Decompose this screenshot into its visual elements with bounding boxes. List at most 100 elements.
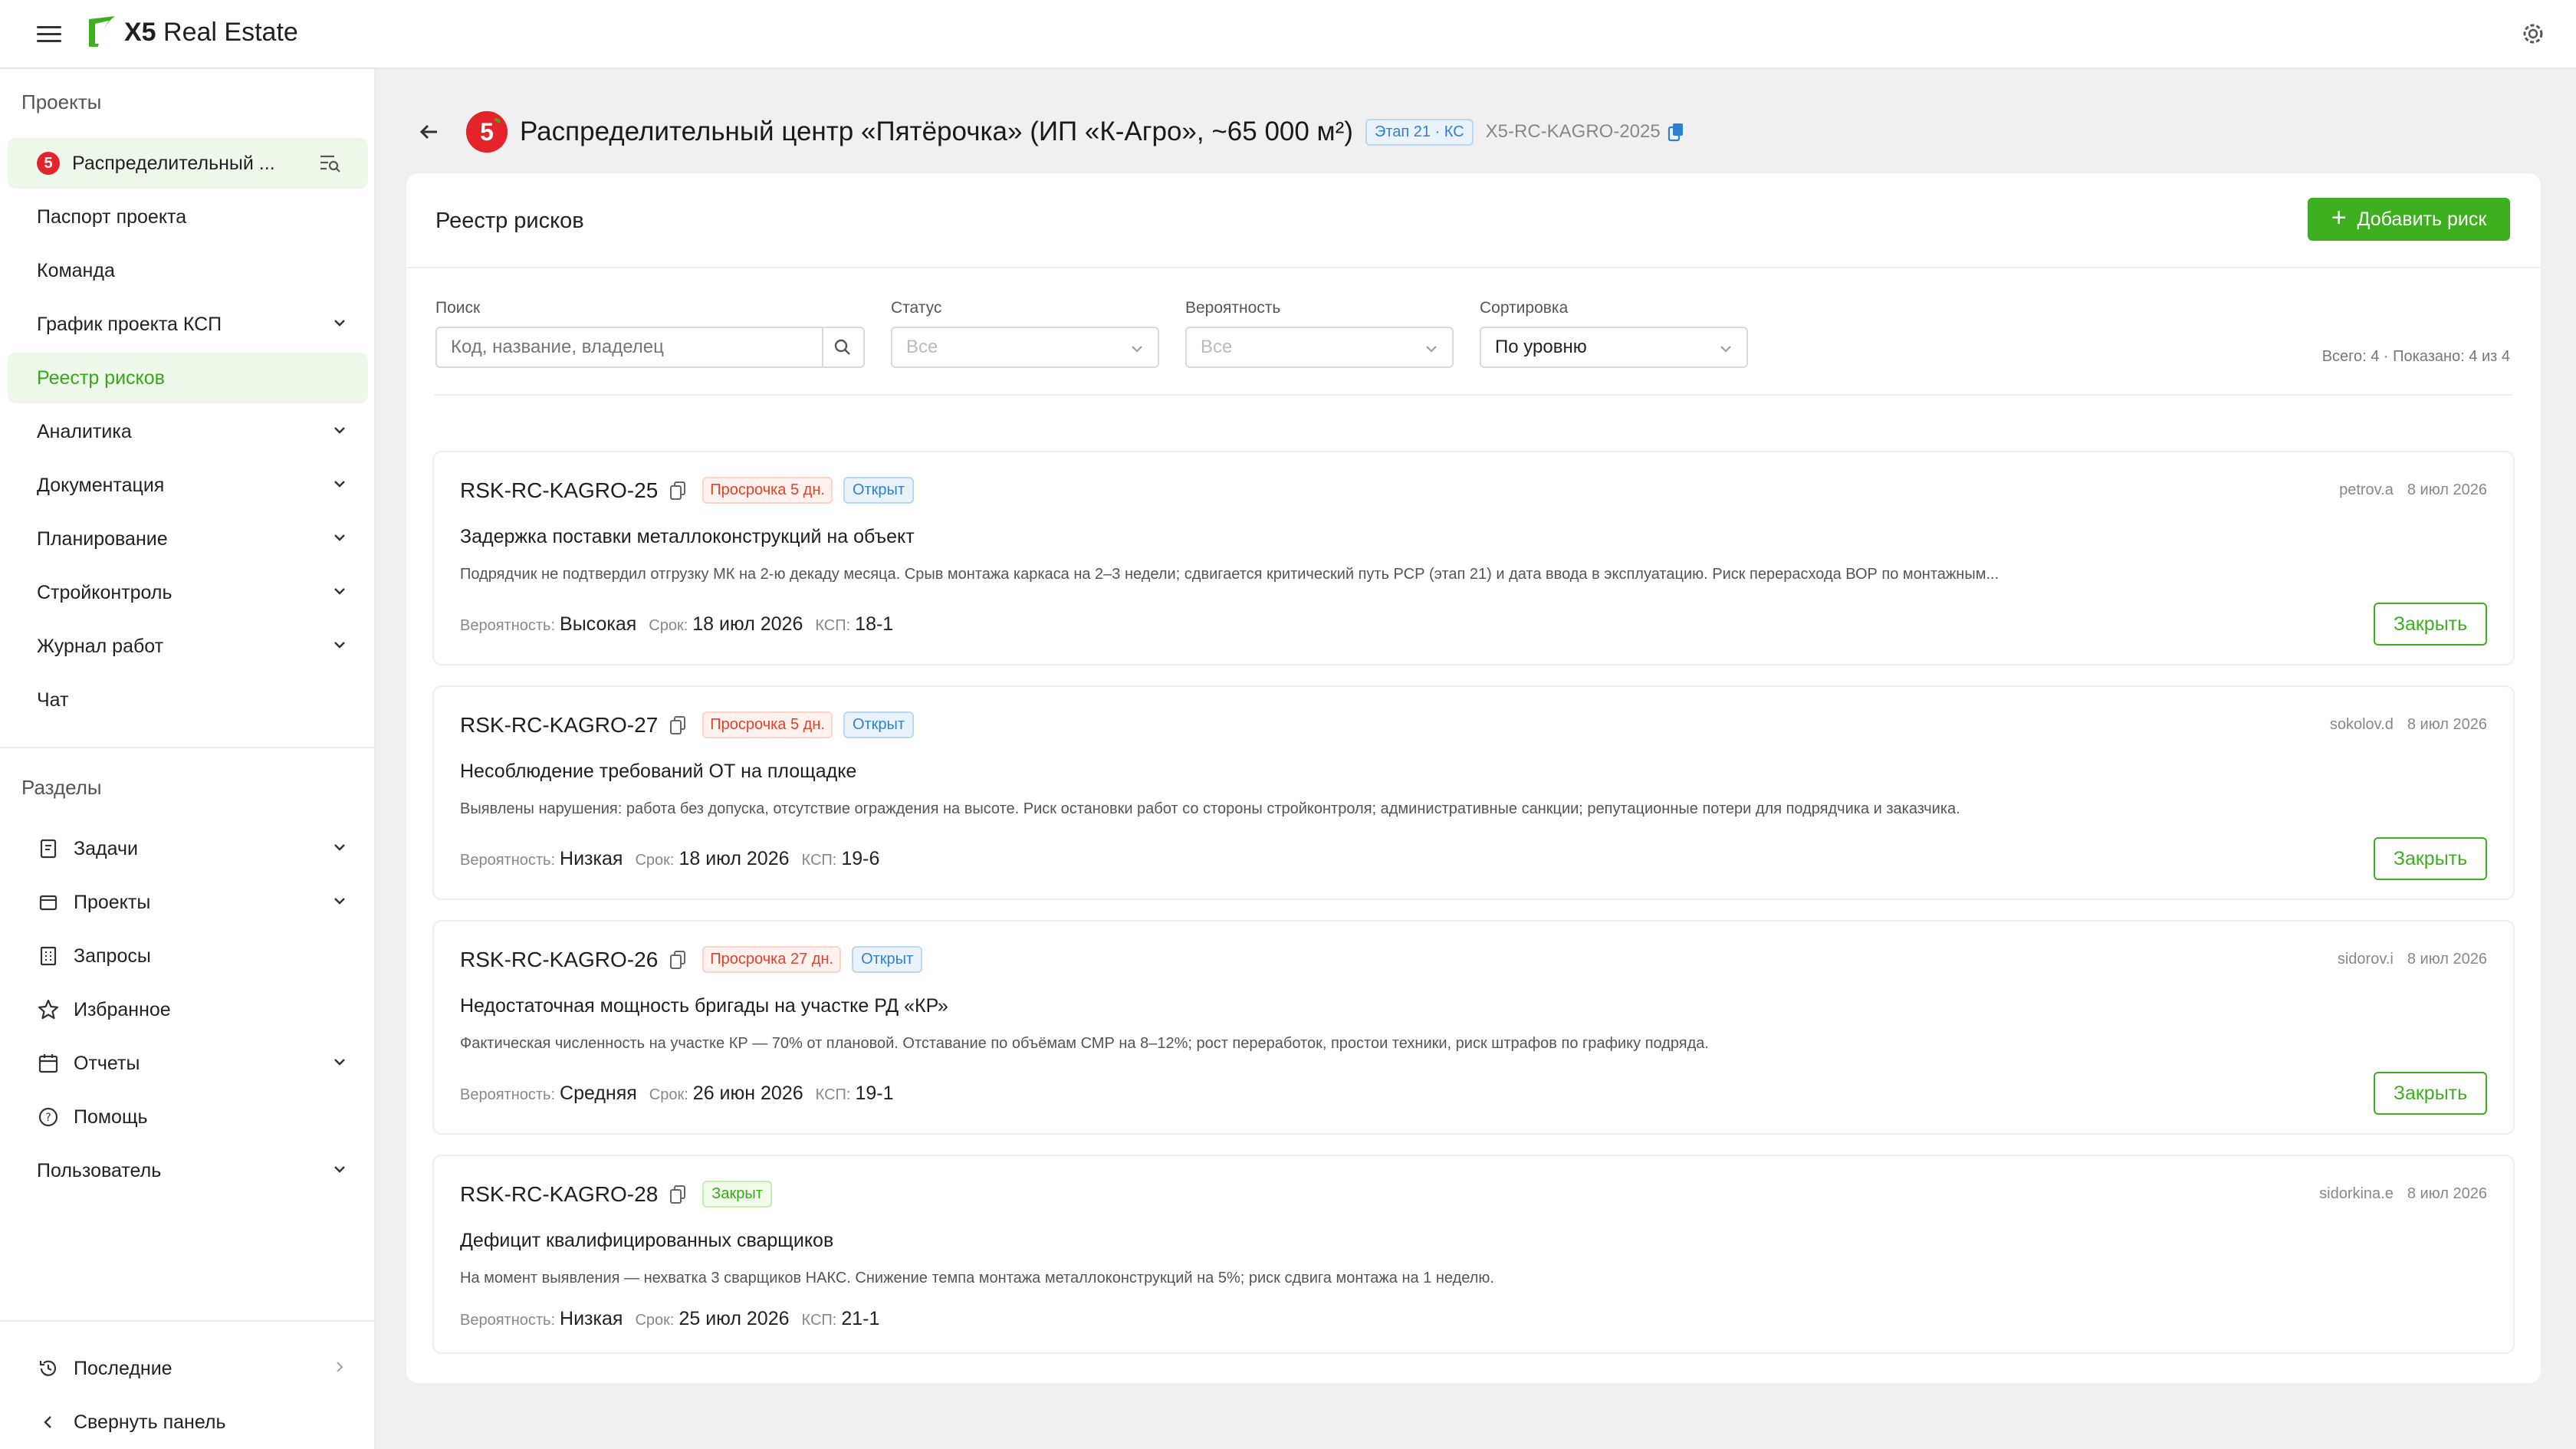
nav-projects[interactable]: Проекты [8, 877, 368, 928]
sidebar: Проекты 5 Распределительный ... Паспорт … [0, 69, 376, 1449]
current-project-label: Распределительный ... [72, 152, 275, 174]
search-label: Поиск [435, 299, 481, 317]
status-select[interactable]: Все [891, 327, 1159, 368]
nav-project-passport[interactable]: Паспорт проекта [8, 192, 368, 242]
overdue-badge: Просрочка 5 дн. [702, 711, 833, 738]
risk-card[interactable]: RSK-RC-KAGRO-27 Просрочка 5 дн. Открыт s… [432, 685, 2515, 900]
copy-icon[interactable] [669, 1184, 687, 1204]
copy-icon[interactable] [669, 950, 687, 970]
probability-caption: Вероятность: [460, 1086, 556, 1103]
search-button[interactable] [822, 327, 865, 368]
chevron-down-icon [334, 1059, 345, 1066]
nav-label: Отчеты [74, 1052, 140, 1074]
nav-help[interactable]: ? Помощь [8, 1092, 368, 1142]
gear-icon[interactable] [2519, 20, 2547, 48]
chevron-right-icon [337, 1362, 343, 1372]
nav-analytics[interactable]: Аналитика [8, 406, 368, 457]
nav-label: Аналитика [37, 420, 132, 442]
nav-label: Паспорт проекта [37, 205, 187, 228]
probability-value: Все [1201, 337, 1233, 357]
chevron-down-icon [1426, 346, 1437, 353]
probability-value: Низкая [560, 1308, 623, 1329]
nav-favorites[interactable]: Избранное [8, 984, 368, 1035]
copy-icon[interactable] [669, 715, 687, 735]
tasks-icon [37, 837, 60, 860]
search-input[interactable] [435, 327, 823, 368]
risk-registry-panel: Реестр рисков + Добавить риск Поиск Стат… [406, 173, 2541, 1383]
risk-description: На момент выявления — нехватка 3 сварщик… [460, 1270, 1494, 1286]
filters-divider [434, 394, 2513, 396]
star-icon [37, 998, 60, 1021]
logo-name: Real Estate [156, 17, 298, 47]
add-risk-button[interactable]: + Добавить риск [2308, 198, 2510, 241]
filter-list-icon[interactable] [319, 153, 340, 173]
current-project-item[interactable]: 5 Распределительный ... [8, 138, 368, 189]
panel-header: Реестр рисков + Добавить риск [406, 173, 2541, 268]
svg-text:5: 5 [480, 118, 494, 146]
nav-planning[interactable]: Планирование [8, 514, 368, 564]
ksp-value: 19-6 [841, 848, 880, 869]
sort-select[interactable]: По уровню [1480, 327, 1748, 368]
chevron-down-icon [334, 534, 345, 541]
chevron-down-icon [334, 898, 345, 905]
close-risk-button[interactable]: Закрыть [2374, 1072, 2487, 1115]
nav-construction-control[interactable]: Стройконтроль [8, 567, 368, 618]
requests-icon [37, 945, 60, 968]
nav-label: Помощь [74, 1106, 148, 1128]
main-content: 5 Распределительный центр «Пятёрочка» (И… [376, 69, 2576, 1449]
nav-recent[interactable]: Последние [8, 1343, 368, 1394]
page-title: Распределительный центр «Пятёрочка» (ИП … [520, 117, 1353, 146]
nav-documentation[interactable]: Документация [8, 460, 368, 511]
probability-value: Средняя [560, 1083, 637, 1104]
svg-text:?: ? [45, 1112, 51, 1124]
chevron-down-icon [334, 844, 345, 851]
search-icon [834, 339, 850, 355]
close-risk-button[interactable]: Закрыть [2374, 603, 2487, 646]
nav-work-log[interactable]: Журнал работ [8, 621, 368, 672]
back-arrow-icon[interactable] [414, 117, 445, 147]
risk-name: Несоблюдение требований ОТ на площадке [460, 761, 857, 782]
risk-name: Недостаточная мощность бригады на участк… [460, 995, 948, 1017]
probability-label: Вероятность [1185, 299, 1281, 317]
collapse-panel-button[interactable]: Свернуть панель [8, 1397, 368, 1447]
risk-card[interactable]: RSK-RC-KAGRO-26 Просрочка 27 дн. Открыт … [432, 920, 2515, 1135]
due-caption: Срок: [635, 852, 675, 869]
nav-label: Запросы [74, 945, 151, 967]
nav-requests[interactable]: Запросы [8, 931, 368, 981]
project-header: 5 Распределительный центр «Пятёрочка» (И… [414, 101, 1685, 163]
help-icon: ? [37, 1106, 60, 1129]
menu-icon[interactable] [37, 21, 61, 46]
probability-caption: Вероятность: [460, 852, 556, 869]
nav-team[interactable]: Команда [8, 245, 368, 296]
risk-card[interactable]: RSK-RC-KAGRO-28 Закрыт sidorkina.e 8 июл … [432, 1155, 2515, 1354]
probability-caption: Вероятность: [460, 1312, 556, 1329]
copy-icon[interactable] [669, 481, 687, 501]
nav-schedule[interactable]: График проекта КСП [8, 299, 368, 350]
copy-icon[interactable] [1667, 122, 1685, 142]
nav-risk-registry[interactable]: Реестр рисков [8, 353, 368, 403]
probability-select[interactable]: Все [1185, 327, 1454, 368]
nav-chat[interactable]: Чат [8, 675, 368, 725]
chevron-down-icon [334, 588, 345, 595]
pyaterochka-logo-icon: 5 [37, 152, 60, 175]
chevron-left-icon [37, 1411, 60, 1434]
close-risk-button[interactable]: Закрыть [2374, 837, 2487, 880]
sidebar-divider [0, 747, 376, 748]
x5-logo[interactable]: X5 Real Estate [84, 9, 298, 55]
nav-tasks[interactable]: Задачи [8, 823, 368, 874]
nav-label: Свернуть панель [74, 1411, 226, 1433]
stage-badge: Этап 21 · КС [1365, 118, 1474, 146]
nav-reports[interactable]: Отчеты [8, 1038, 368, 1089]
nav-user[interactable]: Пользователь [8, 1145, 368, 1196]
risk-card[interactable]: RSK-RC-KAGRO-25 Просрочка 5 дн. Открыт p… [432, 451, 2515, 665]
risk-name: Задержка поставки металлоконструкций на … [460, 526, 915, 547]
status-badge: Открыт [852, 946, 923, 973]
chevron-down-icon [334, 481, 345, 488]
chevron-down-icon [1132, 346, 1142, 353]
nav-label: Стройконтроль [37, 581, 172, 603]
projects-icon [37, 891, 60, 914]
ksp-value: 21-1 [841, 1308, 880, 1329]
top-bar: X5 Real Estate [0, 0, 2576, 69]
nav-label: Последние [74, 1357, 172, 1379]
probability-caption: Вероятность: [460, 617, 556, 634]
